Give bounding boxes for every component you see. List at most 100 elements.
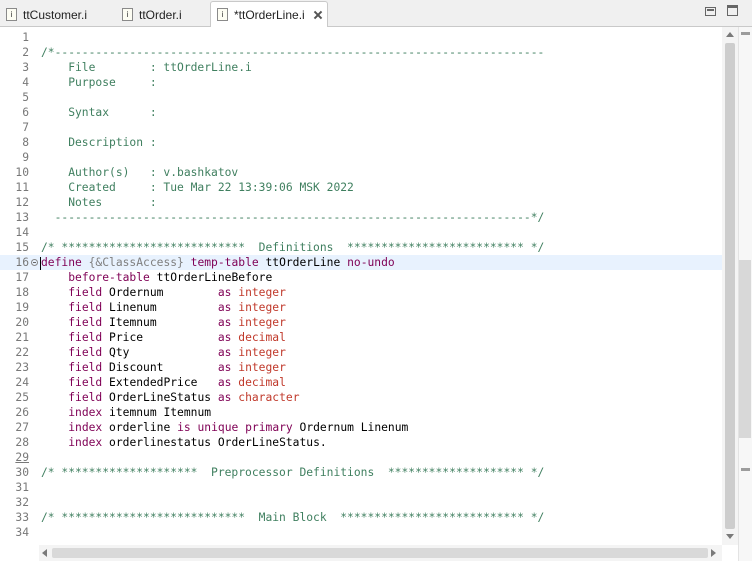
line-number: 15	[15, 241, 29, 254]
tab-ttcustomer[interactable]: i ttCustomer.i	[0, 3, 112, 26]
code-token: as	[217, 346, 232, 359]
code-token: field	[68, 316, 103, 329]
code-text: field Itemnum as integer	[41, 315, 286, 330]
tab-ttorder[interactable]: i ttOrder.i	[116, 3, 210, 26]
code-line[interactable]: 15 /* *************************** Definit…	[0, 240, 722, 255]
line-number: 34	[15, 526, 29, 539]
code-line[interactable]: 23 field Discount as integer	[0, 360, 722, 375]
code-token: index	[68, 436, 103, 449]
code-text: field Qty as integer	[41, 345, 286, 360]
code-token: integer	[238, 286, 286, 299]
code-line[interactable]: 34	[0, 525, 722, 540]
line-number: 18	[15, 286, 29, 299]
code-token: temp-table	[190, 256, 259, 269]
line-number: 9	[22, 151, 29, 164]
include-file-icon: i	[6, 8, 17, 21]
code-token: {&ClassAccess}	[88, 256, 184, 269]
code-line[interactable]: 33 /* *************************** Main Bl…	[0, 510, 722, 525]
code-line[interactable]: 26 index itemnum Itemnum	[0, 405, 722, 420]
code-line[interactable]: 25 field OrderLineStatus as character	[0, 390, 722, 405]
code-token: Itemnum	[102, 316, 218, 329]
code-token: character	[238, 391, 300, 404]
scroll-right-icon[interactable]	[711, 549, 716, 557]
code-token: /*--------------------------------------…	[41, 46, 545, 59]
line-number: 11	[15, 181, 29, 194]
scroll-up-icon[interactable]	[726, 32, 734, 37]
code-line[interactable]: 24 field ExtendedPrice as decimal	[0, 375, 722, 390]
code-token: field	[68, 376, 103, 389]
overview-ruler[interactable]	[738, 27, 752, 561]
code-line[interactable]: 20 field Itemnum as integer	[0, 315, 722, 330]
code-line[interactable]: 10 Author(s) : v.bashkatov	[0, 165, 722, 180]
code-line[interactable]: 8 Description :	[0, 135, 722, 150]
overview-marker[interactable]	[741, 468, 750, 471]
code-line[interactable]: 2 /*-------------------------------------…	[0, 45, 722, 60]
scroll-thumb[interactable]	[725, 43, 735, 529]
code-token: as	[217, 286, 232, 299]
code-line[interactable]: 14	[0, 225, 722, 240]
code-line[interactable]: 16 define {&ClassAccess} temp-table ttOrd…	[0, 255, 722, 270]
close-icon[interactable]	[313, 10, 323, 20]
code-line[interactable]: 3 File : ttOrderLine.i	[0, 60, 722, 75]
line-number: 28	[15, 436, 29, 449]
line-number: 32	[15, 496, 29, 509]
code-token: field	[68, 361, 103, 374]
code-line[interactable]: 17 before-table ttOrderLineBefore	[0, 270, 722, 285]
code-line[interactable]: 30 /* ******************** Preprocessor D…	[0, 465, 722, 480]
code-line[interactable]: 32	[0, 495, 722, 510]
maximize-icon[interactable]	[727, 5, 738, 16]
code-line[interactable]: 11 Created : Tue Mar 22 13:39:06 MSK 202…	[0, 180, 722, 195]
line-number: 1	[22, 31, 29, 44]
code-token: OrderLineStatus	[102, 391, 218, 404]
code-line[interactable]: 9	[0, 150, 722, 165]
code-line[interactable]: 29	[0, 450, 722, 465]
code-text: field ExtendedPrice as decimal	[41, 375, 286, 390]
include-file-icon: i	[122, 8, 133, 21]
code-token: ttOrderLineBefore	[149, 271, 273, 284]
code-token: /* *************************** Main Bloc…	[41, 511, 545, 524]
scroll-down-icon[interactable]	[726, 534, 734, 539]
code-token: field	[68, 346, 103, 359]
code-line[interactable]: 12 Notes :	[0, 195, 722, 210]
include-file-icon: i	[217, 8, 228, 21]
code-token: Ordernum Linenum	[292, 421, 409, 434]
code-line[interactable]: 5	[0, 90, 722, 105]
code-line[interactable]: 7	[0, 120, 722, 135]
code-text: File : ttOrderLine.i	[41, 60, 252, 75]
code-line[interactable]: 1	[0, 30, 722, 45]
code-token: no-undo	[347, 256, 395, 269]
code-line[interactable]: 19 field Linenum as integer	[0, 300, 722, 315]
code-text: index orderlinestatus OrderLineStatus.	[41, 435, 326, 450]
code-line[interactable]: 21 field Price as decimal	[0, 330, 722, 345]
line-number: 19	[15, 301, 29, 314]
code-token: before-table	[68, 271, 150, 284]
line-number: 21	[15, 331, 29, 344]
code-line[interactable]: 18 field Ordernum as integer	[0, 285, 722, 300]
line-number: 13	[15, 211, 29, 224]
code-editor[interactable]: 1 2/*------------------------------------…	[0, 27, 752, 561]
scroll-left-icon[interactable]	[42, 549, 47, 557]
code-line[interactable]: 27 index orderline is unique primary Ord…	[0, 420, 722, 435]
fold-toggle-icon[interactable]	[31, 259, 38, 266]
code-token: Purpose :	[41, 76, 157, 89]
overview-marker[interactable]	[741, 32, 750, 35]
code-line[interactable]: 28 index orderlinestatus OrderLineStatus…	[0, 435, 722, 450]
code-line[interactable]: 13 -------------------------------------…	[0, 210, 722, 225]
minimize-icon[interactable]	[705, 7, 716, 16]
horizontal-scrollbar[interactable]	[39, 545, 722, 561]
line-number: 29	[15, 451, 29, 464]
code-line[interactable]: 4 Purpose :	[0, 75, 722, 90]
code-line[interactable]: 22 field Qty as integer	[0, 345, 722, 360]
code-line[interactable]: 6 Syntax :	[0, 105, 722, 120]
tab-ttorderline[interactable]: i *ttOrderLine.i	[210, 1, 328, 27]
scroll-thumb[interactable]	[52, 548, 708, 558]
vertical-scrollbar[interactable]	[722, 27, 738, 545]
code-line[interactable]: 31	[0, 480, 722, 495]
code-lines[interactable]: 1 2/*------------------------------------…	[0, 30, 722, 540]
code-text: Purpose :	[41, 75, 157, 90]
